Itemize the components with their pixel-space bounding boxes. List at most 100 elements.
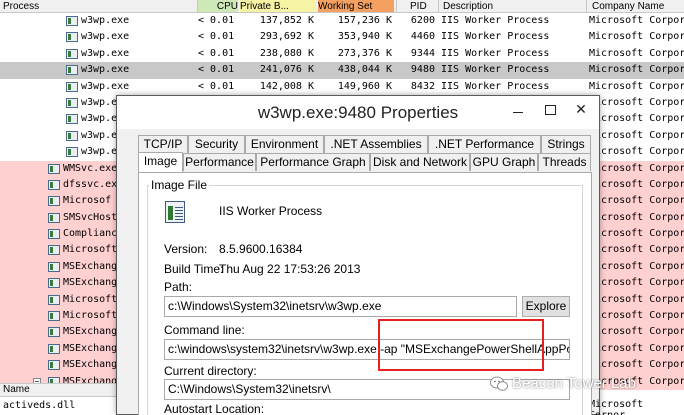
process-company: Microsoft Corpor [589, 211, 684, 223]
process-name: w3wp.exe [81, 80, 130, 92]
tab-tcpip[interactable]: TCP/IP [138, 135, 188, 153]
tab-image[interactable]: Image [138, 152, 183, 172]
process-company: Microsoft Corpor [589, 80, 684, 92]
process-icon [48, 163, 60, 174]
process-list-header: Process CPU Private B... Working Set PID… [0, 0, 684, 13]
maximize-icon[interactable] [537, 100, 563, 120]
build-time-label: Build Time: [164, 262, 224, 276]
process-cpu: < 0.01 [198, 31, 235, 43]
process-company: Microsoft Corpor [589, 146, 684, 158]
process-name: Microsoft [63, 310, 118, 322]
process-icon [66, 97, 78, 108]
process-icon [48, 179, 60, 190]
close-icon[interactable]: ✕ [567, 100, 595, 120]
process-icon [66, 32, 78, 43]
process-icon [48, 360, 60, 371]
current-directory-field[interactable]: C:\Windows\System32\inetsrv\ [164, 379, 570, 400]
process-company: Microsoft Corpor [589, 260, 684, 272]
process-name: MSExchang [63, 260, 118, 272]
process-name: dfssvc.ex [63, 178, 118, 190]
process-row[interactable]: w3wp.exe < 0.01 137,852 K 157,236 K 6200 IIS … [0, 13, 684, 29]
process-working-set: 273,376 K [337, 47, 392, 59]
tab-performance[interactable]: Performance [183, 153, 256, 171]
tab-net-performance[interactable]: .NET Performance [428, 135, 541, 153]
process-company: Microsoft Corpor [589, 31, 684, 43]
process-pid: 9480 [410, 64, 435, 76]
process-name: w3wp.exe [81, 15, 130, 26]
process-description: IIS Worker Process [441, 31, 550, 43]
process-icon [48, 327, 60, 338]
process-company: Microsoft Corpor [589, 96, 684, 108]
column-name[interactable]: Name [3, 384, 30, 395]
tab-environment[interactable]: Environment [245, 135, 324, 153]
process-icon [48, 245, 60, 256]
dialog-titlebar[interactable]: w3wp.exe:9480 Properties ✕ [117, 96, 599, 129]
process-company: Microsoft Corpor [589, 64, 684, 76]
process-row[interactable]: w3wp.exe < 0.01 238,080 K 273,376 K 9344 IIS … [0, 46, 684, 62]
process-description: IIS Worker Process [441, 64, 550, 76]
column-description[interactable]: Description [443, 1, 493, 12]
process-company: Microsoft Corpor [589, 129, 684, 141]
tab-threads[interactable]: Threads [538, 153, 591, 171]
highlight-annotation [378, 319, 544, 371]
minimize-icon[interactable] [505, 100, 531, 120]
process-cpu: < 0.01 [198, 47, 235, 59]
process-icon [66, 130, 78, 141]
process-private-bytes: 137,852 K [259, 15, 314, 26]
process-row[interactable]: w3wp.exe < 0.01 241,076 K 438,044 K 9480 IIS … [0, 62, 684, 79]
process-description: IIS Worker Process [441, 80, 550, 92]
tab-security[interactable]: Security [188, 135, 245, 153]
current-directory-label: Current directory: [164, 364, 257, 378]
process-company: Microsoft Corpor [589, 195, 684, 207]
process-name: w3wp.e [81, 129, 118, 141]
column-pid[interactable]: PID [410, 1, 427, 12]
process-row[interactable]: w3wp.exe < 0.01 142,008 K 149,960 K 8432 IIS … [0, 79, 684, 95]
tab-net-assemblies[interactable]: .NET Assemblies [324, 135, 428, 153]
process-icon [48, 196, 60, 207]
tab-strings[interactable]: Strings [541, 135, 591, 153]
column-working-set[interactable]: Working Set [318, 0, 394, 12]
tab-performance-graph[interactable]: Performance Graph [256, 153, 370, 171]
tab-gpu-graph[interactable]: GPU Graph [470, 153, 538, 171]
process-icon [66, 147, 78, 158]
watermark-text: Beacon Tower Lab [512, 375, 636, 392]
dll-company: Microsoft Corpor [589, 399, 644, 415]
process-name: Microsof [63, 195, 112, 207]
column-process[interactable]: Process [3, 1, 39, 12]
explore-button[interactable]: Explore [522, 296, 570, 317]
process-company: Microsoft Corpor [589, 310, 684, 322]
process-icon [66, 114, 78, 125]
process-cpu: < 0.01 [198, 15, 235, 26]
process-working-set: 157,236 K [337, 15, 392, 26]
command-line-label: Command line: [164, 323, 245, 337]
process-name: w3wp.exe [81, 47, 130, 59]
dll-list-item[interactable]: activeds.dll [0, 398, 120, 414]
process-private-bytes: 142,008 K [259, 80, 314, 92]
process-company: Microsoft Corpor [589, 359, 684, 371]
column-private-bytes[interactable]: Private B... [240, 0, 316, 12]
process-icon [48, 261, 60, 272]
path-field[interactable]: c:\Windows\System32\inetsrv\w3wp.exe [164, 296, 517, 317]
dll-list-header: Name [0, 383, 120, 397]
column-cpu[interactable]: CPU [198, 0, 238, 12]
image-file-group-title: Image File [149, 178, 210, 192]
process-description: IIS Worker Process [441, 15, 550, 26]
column-company[interactable]: Company Name [592, 1, 664, 12]
process-name: w3wp.e [81, 96, 118, 108]
process-name: Microsoft [63, 293, 118, 305]
image-description: IIS Worker Process [219, 204, 323, 218]
process-pid: 8432 [410, 80, 435, 92]
process-company: Microsoft Corpor [589, 15, 684, 26]
process-cpu: < 0.01 [198, 64, 235, 76]
process-icon [48, 278, 60, 289]
process-private-bytes: 241,076 K [259, 64, 314, 76]
process-icon [66, 16, 78, 26]
path-label: Path: [164, 280, 193, 294]
process-icon [48, 343, 60, 354]
process-row[interactable]: w3wp.exe < 0.01 293,692 K 353,940 K 4460 IIS … [0, 29, 684, 45]
process-company: Microsoft Corpor [589, 342, 684, 354]
process-private-bytes: 238,080 K [259, 47, 314, 59]
tab-disk-and-network[interactable]: Disk and Network [370, 153, 470, 171]
dll-name: activeds.dll [3, 400, 76, 411]
process-name: MSExchang [63, 359, 118, 371]
